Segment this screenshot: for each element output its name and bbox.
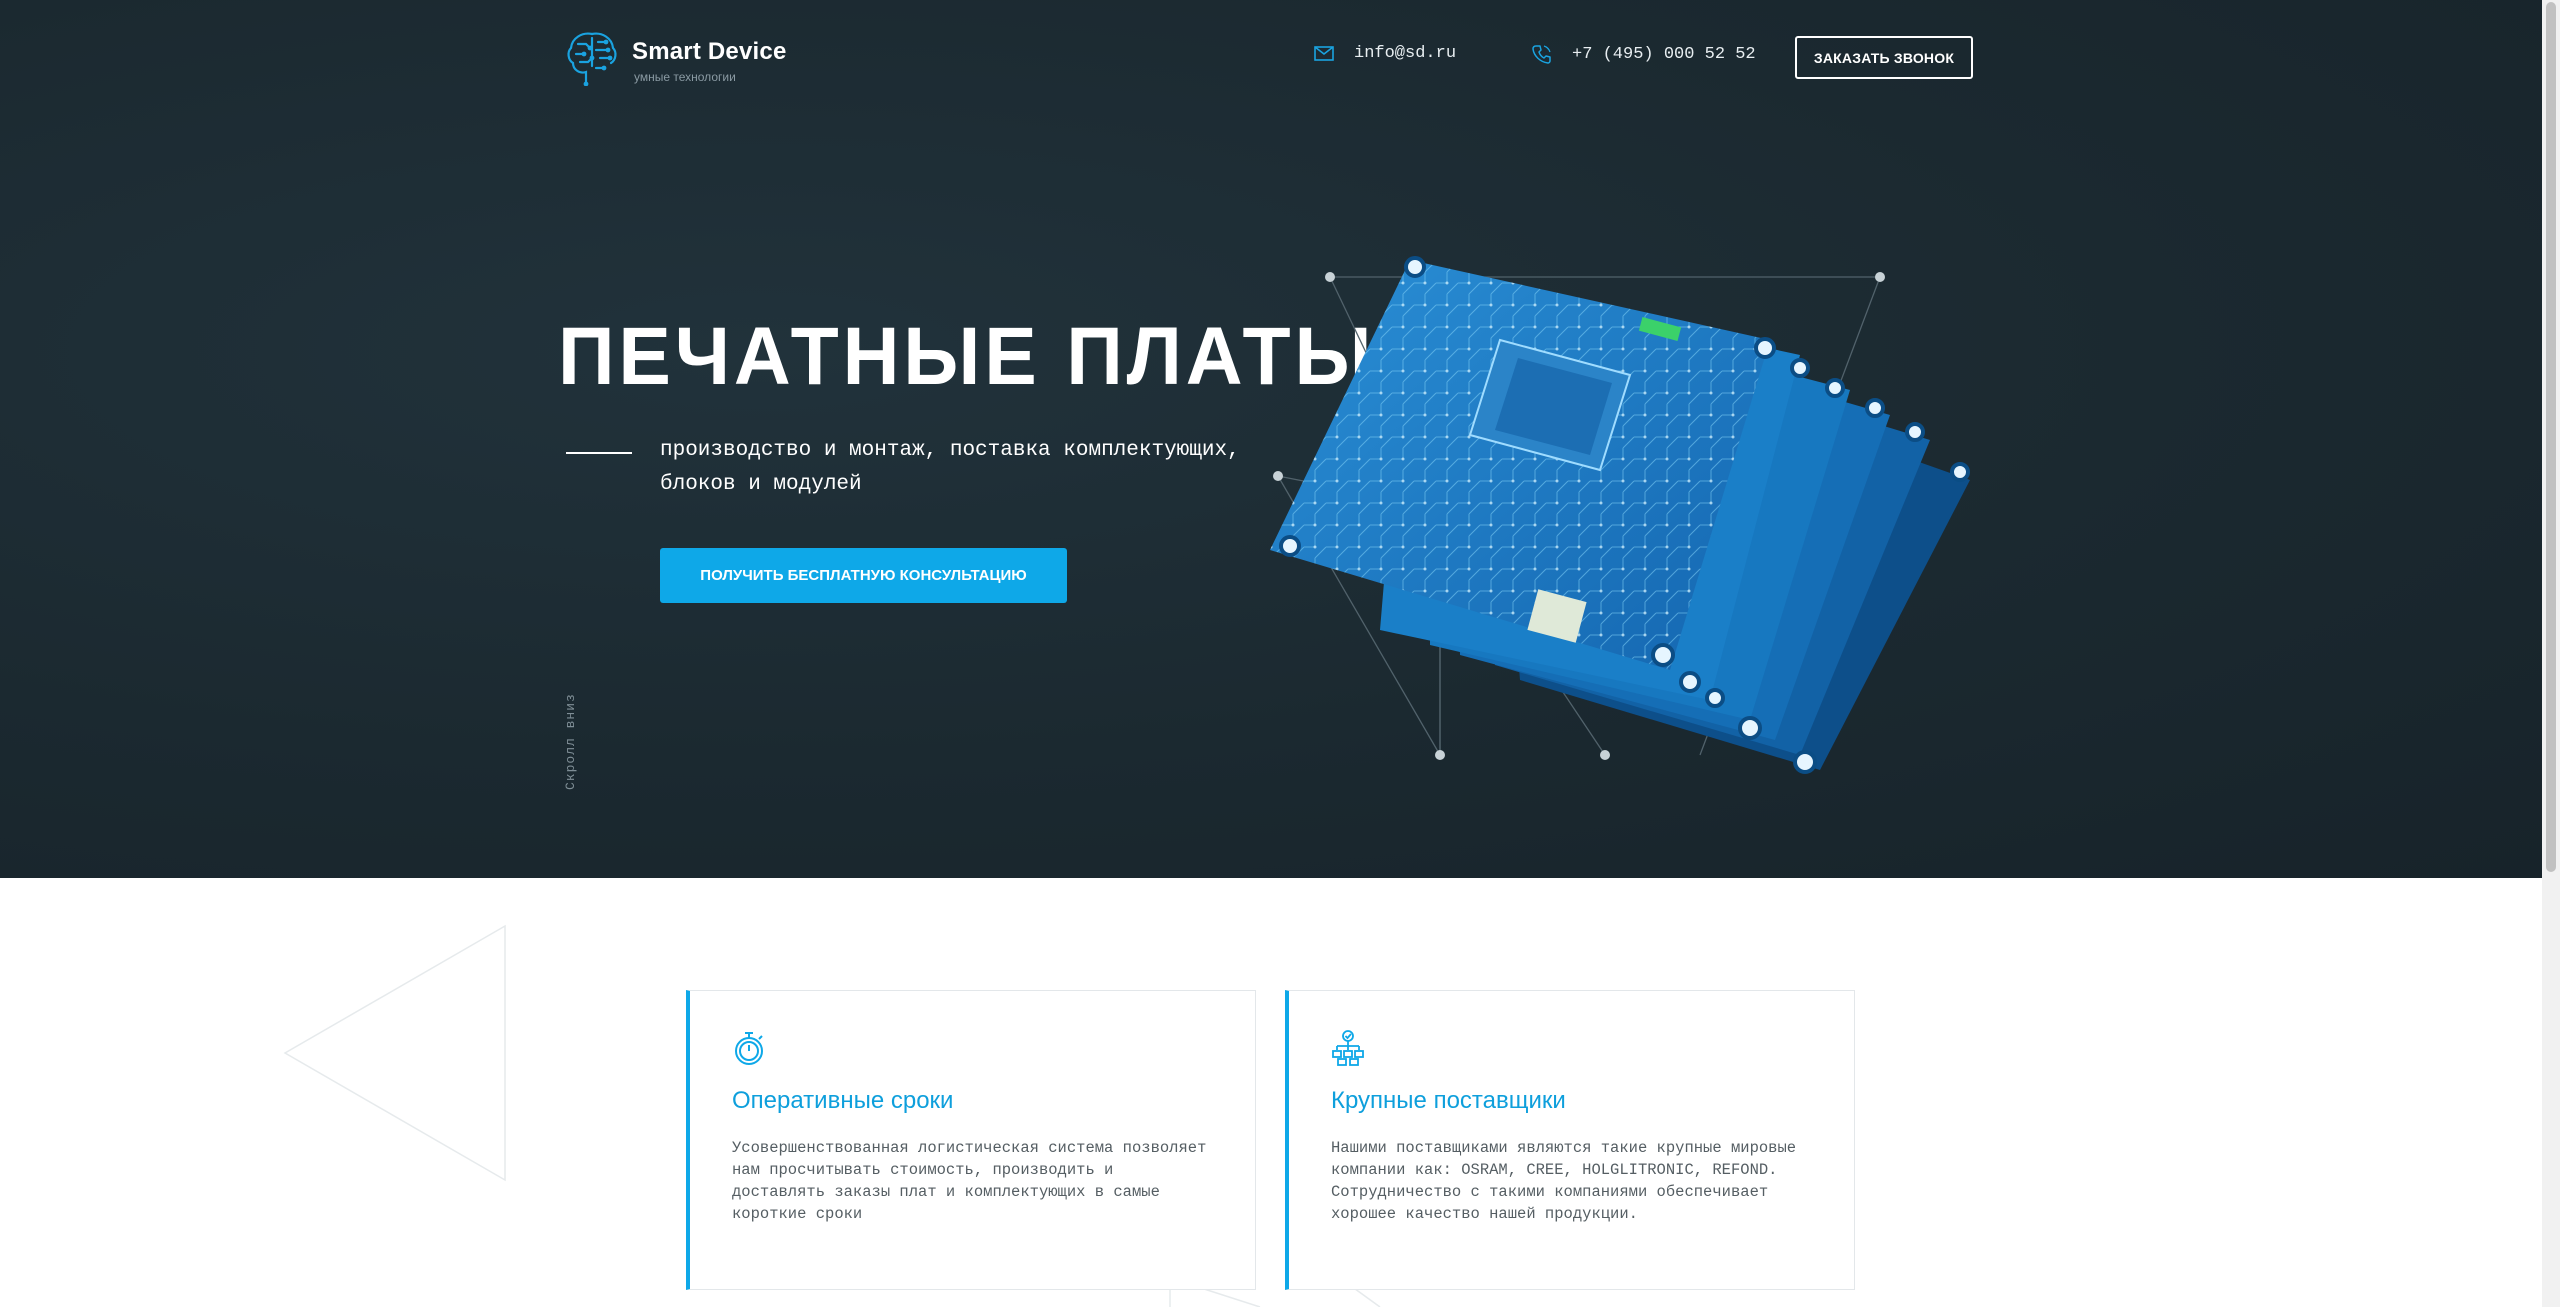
hero-subtitle: производство и монтаж, поставка комплект…	[660, 439, 1240, 496]
circuit-boards-image	[1270, 256, 1970, 774]
feature-text: Нашими поставщиками являются такие крупн…	[1331, 1139, 1797, 1223]
feature-text: Усовершенствованная логистическая систем…	[732, 1139, 1207, 1223]
phone-link[interactable]: +7 (495) 000 52 52	[1532, 44, 1756, 64]
email-text: info@sd.ru	[1354, 44, 1457, 63]
page-scrollbar[interactable]	[2542, 0, 2560, 1307]
logo-title: Smart Device	[632, 38, 787, 65]
order-call-button[interactable]: ЗАКАЗАТЬ ЗВОНОК	[1795, 36, 1973, 79]
scroll-down-hint[interactable]: Скролл вниз	[563, 693, 578, 790]
feature-card-fast-terms: Оперативные сроки Усовершенствованная ло…	[686, 990, 1256, 1290]
hero-divider	[566, 452, 632, 454]
email-link[interactable]: info@sd.ru	[1314, 44, 1456, 63]
free-consultation-button[interactable]: ПОЛУЧИТЬ БЕСПЛАТНУЮ КОНСУЛЬТАЦИЮ	[660, 548, 1067, 603]
feature-card-large-suppliers: Крупные поставщики Нашими поставщиками я…	[1285, 990, 1855, 1290]
hero-section: Smart Device умные технологии info@sd.ru…	[0, 0, 2542, 878]
mail-icon	[1314, 46, 1334, 61]
hero-title: ПЕЧАТНЫЕ ПЛАТЫ	[558, 311, 1376, 402]
logo-subtitle: умные технологии	[634, 70, 736, 84]
phone-text: +7 (495) 000 52 52	[1572, 44, 1756, 64]
phone-icon	[1532, 45, 1551, 64]
feature-title: Крупные поставщики	[1331, 1087, 1566, 1114]
brain-circuit-logo-icon	[567, 32, 617, 86]
background-triangle-decoration	[283, 924, 1381, 1307]
stopwatch-icon	[735, 1032, 763, 1065]
suppliers-network-icon	[1332, 1030, 1364, 1066]
scrollbar-thumb[interactable]	[2546, 2, 2556, 872]
logo[interactable]: Smart Device умные технологии	[564, 28, 787, 86]
feature-title: Оперативные сроки	[732, 1087, 954, 1114]
